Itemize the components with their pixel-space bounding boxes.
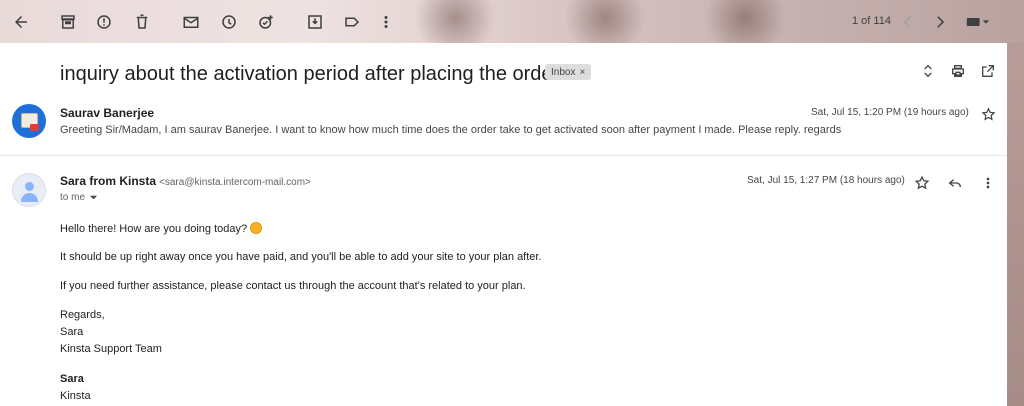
body-paragraph: It should be up right away once you have… <box>60 251 542 263</box>
label-remove-icon[interactable]: × <box>579 67 585 78</box>
expand-all-icon[interactable] <box>918 61 938 81</box>
message-date: Sat, Jul 15, 1:20 PM (19 hours ago) <box>811 107 969 118</box>
archive-icon[interactable] <box>58 12 78 32</box>
more-vert-icon[interactable] <box>376 12 396 32</box>
label-chip-text: Inbox <box>551 66 576 78</box>
recipient-details[interactable]: to me <box>60 192 98 203</box>
print-icon[interactable] <box>948 61 968 81</box>
sender-name[interactable]: Sara from Kinsta <box>60 174 156 188</box>
label-icon[interactable] <box>342 12 362 32</box>
keyboard-icon[interactable] <box>963 12 993 32</box>
avatar[interactable] <box>12 104 46 138</box>
back-arrow-icon[interactable] <box>11 12 31 32</box>
chevron-down-icon[interactable] <box>89 193 98 202</box>
signature-name: Sara <box>60 373 84 385</box>
recipient-label: to me <box>60 192 86 203</box>
body-signature-name: Sara <box>60 326 84 338</box>
body-greeting: Hello there! How are you doing today? <box>60 222 263 235</box>
snooze-icon[interactable] <box>219 12 239 32</box>
more-vert-icon[interactable] <box>978 173 998 193</box>
message-snippet[interactable]: Greeting Sir/Madam, I am saurav Banerjee… <box>60 124 841 136</box>
delete-icon[interactable] <box>132 12 152 32</box>
signature-company: Kinsta <box>60 390 91 402</box>
avatar[interactable] <box>12 173 46 207</box>
pager-count: 1 of 114 <box>852 15 891 27</box>
top-toolbar: 1 of 114 <box>0 0 1024 43</box>
move-to-icon[interactable] <box>305 12 325 32</box>
star-icon[interactable] <box>912 173 932 193</box>
background-image <box>560 0 650 43</box>
newer-icon[interactable] <box>898 12 918 32</box>
open-new-window-icon[interactable] <box>978 61 998 81</box>
add-task-icon[interactable] <box>256 12 276 32</box>
message-panel: inquiry about the activation period afte… <box>0 43 1007 406</box>
emoji-icon <box>250 222 263 234</box>
reply-icon[interactable] <box>945 173 965 193</box>
right-gutter <box>1007 43 1024 406</box>
sender-email: <sara@kinsta.intercom-mail.com> <box>159 177 311 188</box>
background-image <box>410 0 500 43</box>
mark-unread-icon[interactable] <box>181 12 201 32</box>
body-paragraph: If you need further assistance, please c… <box>60 280 526 292</box>
sender-name[interactable]: Saurav Banerjee <box>60 106 154 120</box>
report-spam-icon[interactable] <box>94 12 114 32</box>
body-regards: Regards, <box>60 309 105 321</box>
inbox-label-chip[interactable]: Inbox × <box>545 64 592 80</box>
thread-subject: inquiry about the activation period afte… <box>60 63 564 85</box>
background-image <box>700 0 790 43</box>
divider <box>0 155 1007 156</box>
body-signature-team: Kinsta Support Team <box>60 343 162 355</box>
message-date: Sat, Jul 15, 1:27 PM (18 hours ago) <box>747 175 905 186</box>
sender-line: Sara from Kinsta <sara@kinsta.intercom-ma… <box>60 174 311 188</box>
older-icon[interactable] <box>930 12 950 32</box>
star-icon[interactable] <box>980 106 996 122</box>
